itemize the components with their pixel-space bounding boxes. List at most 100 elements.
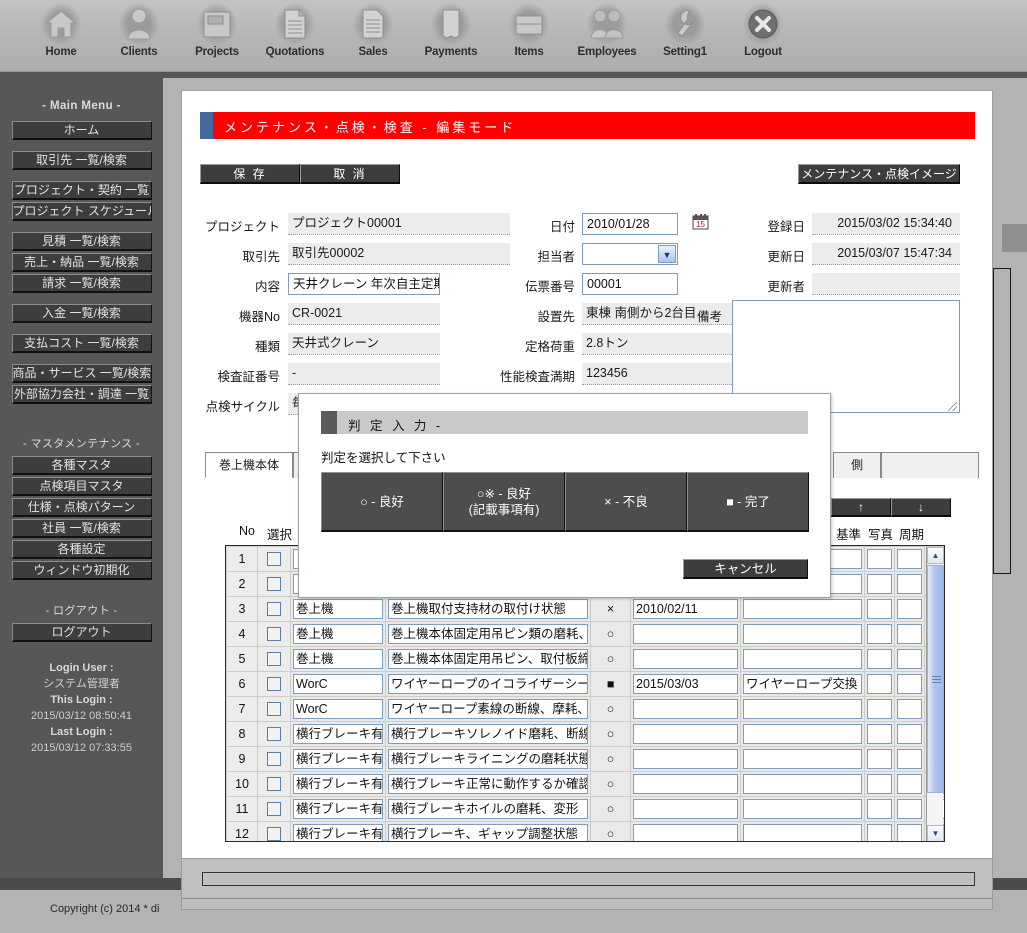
cell-photo[interactable] [897, 549, 922, 569]
row-checkbox[interactable] [267, 752, 281, 767]
row-checkbox-cell[interactable] [257, 596, 291, 622]
cancel-button[interactable]: 取 消 [300, 164, 400, 184]
row-checkbox[interactable] [267, 552, 281, 567]
cell-item[interactable]: 横行ブレーキホイルの磨耗、変形 [388, 799, 588, 819]
table-row[interactable]: 4 巻上機 巻上機本体固定用吊ピン類の磨耗、 ○ [226, 621, 944, 647]
cell-kind[interactable]: WorC [293, 674, 383, 694]
assignee-select[interactable]: ▼ [582, 243, 678, 265]
cell-photo[interactable] [897, 699, 922, 719]
sidebar-master-item[interactable]: 点検項目マスタ [11, 477, 152, 496]
judgement-choice-3[interactable]: ■ - 完了 [687, 472, 809, 532]
row-checkbox[interactable] [267, 777, 281, 792]
cell-kind[interactable]: 横行ブレーキ有無 [293, 724, 383, 744]
row-checkbox-cell[interactable] [257, 546, 291, 572]
nav-item-home[interactable]: Home [22, 0, 100, 58]
table-row[interactable]: 3 巻上機 巻上機取付支持材の取付け状態 × 2010/02/11 [226, 596, 944, 622]
form-field-input[interactable]: 天井クレーン 年次自主定期検査 [288, 273, 440, 295]
cell-standard[interactable] [867, 649, 892, 669]
cell-kind[interactable]: 巻上機 [293, 599, 383, 619]
cell-standard[interactable] [867, 699, 892, 719]
cell-standard[interactable] [867, 824, 892, 841]
row-checkbox-cell[interactable] [257, 796, 291, 822]
sidebar-item[interactable]: 取引先 一覧/検索 [11, 151, 152, 170]
cell-result[interactable]: × [590, 596, 631, 622]
sidebar-item[interactable]: 入金 一覧/検索 [11, 304, 152, 323]
judgement-choice-2[interactable]: × - 不良 [565, 472, 687, 532]
move-up-button[interactable]: ↑ [831, 498, 891, 517]
nav-item-setting1[interactable]: Setting1 [646, 0, 724, 58]
cell-standard[interactable] [867, 724, 892, 744]
cell-photo[interactable] [897, 749, 922, 769]
cell-note[interactable] [743, 749, 862, 769]
cell-standard[interactable] [867, 674, 892, 694]
cell-kind[interactable]: WorC [293, 699, 383, 719]
cell-result[interactable]: ○ [590, 796, 631, 822]
table-row[interactable]: 11 横行ブレーキ有無横行ブレーキホイルの磨耗、変形○ [226, 796, 944, 822]
cell-item[interactable]: 横行ブレーキ正常に動作するか確認 [388, 774, 588, 794]
nav-item-employees[interactable]: Employees [568, 0, 646, 58]
cell-item[interactable]: 巻上機本体固定用吊ピン、取付板締 [388, 649, 588, 669]
cell-date[interactable] [633, 824, 738, 841]
tab-5[interactable] [881, 452, 979, 478]
cell-date[interactable] [633, 699, 738, 719]
row-checkbox[interactable] [267, 627, 281, 642]
row-checkbox-cell[interactable] [257, 771, 291, 797]
cell-standard[interactable] [867, 549, 892, 569]
table-row[interactable]: 8 横行ブレーキ有無横行ブレーキソレノイド磨耗、断線、損○ [226, 721, 944, 747]
dialog-cancel-button[interactable]: キャンセル [683, 559, 808, 579]
cell-date[interactable] [633, 649, 738, 669]
row-checkbox[interactable] [267, 727, 281, 742]
row-checkbox-cell[interactable] [257, 821, 291, 841]
cell-photo[interactable] [897, 799, 922, 819]
cell-photo[interactable] [897, 574, 922, 594]
cell-photo[interactable] [897, 624, 922, 644]
cell-result[interactable]: ○ [590, 696, 631, 722]
cell-item[interactable]: 横行ブレーキ、ギャップ調整状態 [388, 824, 588, 841]
cell-kind[interactable]: 巻上機 [293, 624, 383, 644]
save-button[interactable]: 保 存 [200, 164, 300, 184]
cell-photo[interactable] [897, 599, 922, 619]
cell-note[interactable] [743, 699, 862, 719]
sidebar-item[interactable]: 商品・サービス 一覧/検索 [11, 364, 152, 383]
cell-photo[interactable] [897, 724, 922, 744]
maintenance-image-button[interactable]: メンテナンス・点検イメージ [798, 164, 960, 184]
row-checkbox-cell[interactable] [257, 646, 291, 672]
cell-result[interactable]: ○ [590, 821, 631, 841]
cell-standard[interactable] [867, 624, 892, 644]
sidebar-item[interactable]: 外部協力会社・調達 一覧 [11, 385, 152, 404]
sidebar-master-item[interactable]: 社員 一覧/検索 [11, 519, 152, 538]
nav-item-items[interactable]: Items [490, 0, 568, 58]
tab-0[interactable]: 巻上機本体 [205, 452, 293, 478]
row-checkbox[interactable] [267, 827, 281, 841]
cell-standard[interactable] [867, 774, 892, 794]
cell-date[interactable] [633, 749, 738, 769]
row-checkbox[interactable] [267, 702, 281, 717]
nav-item-clients[interactable]: Clients [100, 0, 178, 58]
cell-date[interactable] [633, 799, 738, 819]
cell-item[interactable]: 横行ブレーキライニングの磨耗状態 [388, 749, 588, 769]
cell-item[interactable]: ワイヤーロープのイコライザーシーブ [388, 674, 588, 694]
sidebar-item[interactable]: ホーム [11, 121, 152, 140]
cell-standard[interactable] [867, 749, 892, 769]
cell-standard[interactable] [867, 599, 892, 619]
table-row[interactable]: 10 横行ブレーキ有無横行ブレーキ正常に動作するか確認○ [226, 771, 944, 797]
cell-item[interactable]: 巻上機本体固定用吊ピン類の磨耗、 [388, 624, 588, 644]
cell-note[interactable] [743, 649, 862, 669]
judgement-choice-1[interactable]: ○※ - 良好 (記載事項有) [443, 472, 565, 532]
cell-result[interactable]: ■ [590, 671, 631, 697]
cell-date[interactable] [633, 624, 738, 644]
cell-date[interactable]: 2010/02/11 [633, 599, 738, 619]
sidebar-item[interactable]: 見積 一覧/検索 [11, 232, 152, 251]
sidebar-item[interactable]: プロジェクト・契約 一覧 [11, 181, 152, 200]
row-checkbox[interactable] [267, 602, 281, 617]
cell-kind[interactable]: 横行ブレーキ有無 [293, 749, 383, 769]
cell-result[interactable]: ○ [590, 771, 631, 797]
cell-note[interactable] [743, 599, 862, 619]
table-row[interactable]: 6 WorC ワイヤーロープのイコライザーシーブ ■ 2015/03/03 ワイヤーロープ… [226, 671, 944, 697]
sidebar-master-item[interactable]: 各種マスタ [11, 456, 152, 475]
sidebar-item[interactable]: 支払コスト 一覧/検索 [11, 334, 152, 353]
scrollbar-thumb[interactable] [927, 565, 944, 793]
cell-kind[interactable]: 横行ブレーキ有無 [293, 799, 383, 819]
row-checkbox-cell[interactable] [257, 721, 291, 747]
sidebar-master-item[interactable]: ウィンドウ初期化 [11, 561, 152, 580]
